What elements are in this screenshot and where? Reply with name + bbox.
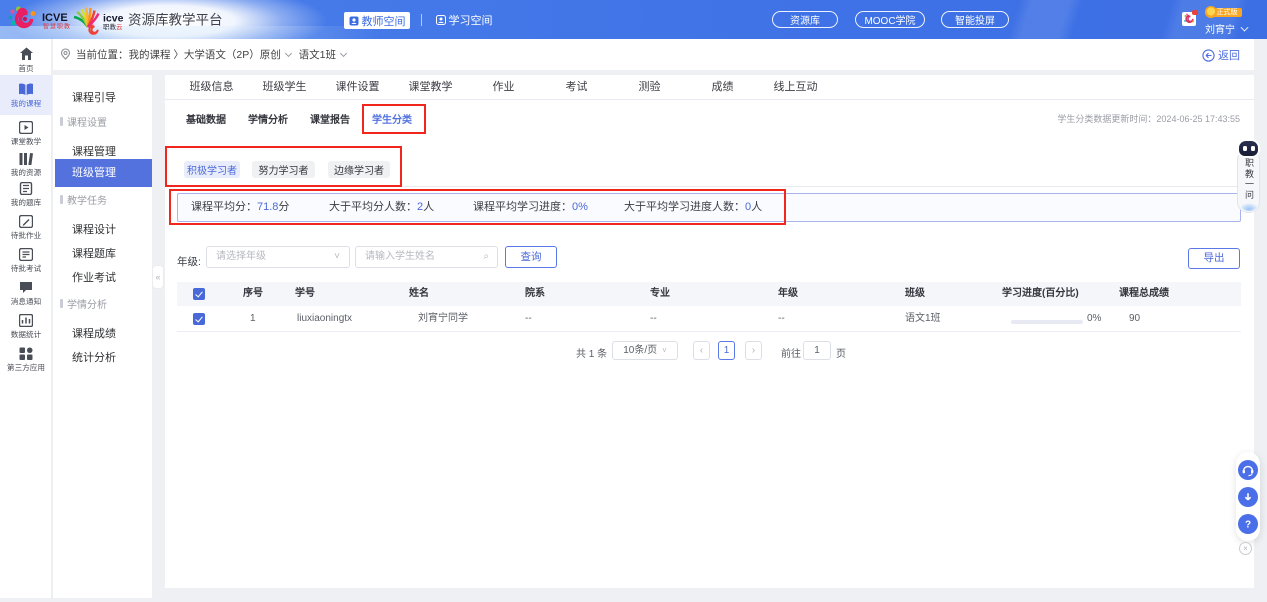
svg-text:资源库教学平台: 资源库教学平台 xyxy=(128,13,223,28)
svg-text:icve: icve xyxy=(103,13,124,25)
svg-text:?: ? xyxy=(1245,520,1251,531)
svg-text:智慧职教: 智慧职教 xyxy=(43,23,71,31)
svg-text:ICVE: ICVE xyxy=(42,12,68,24)
svg-text:职教云: 职教云 xyxy=(103,22,123,31)
